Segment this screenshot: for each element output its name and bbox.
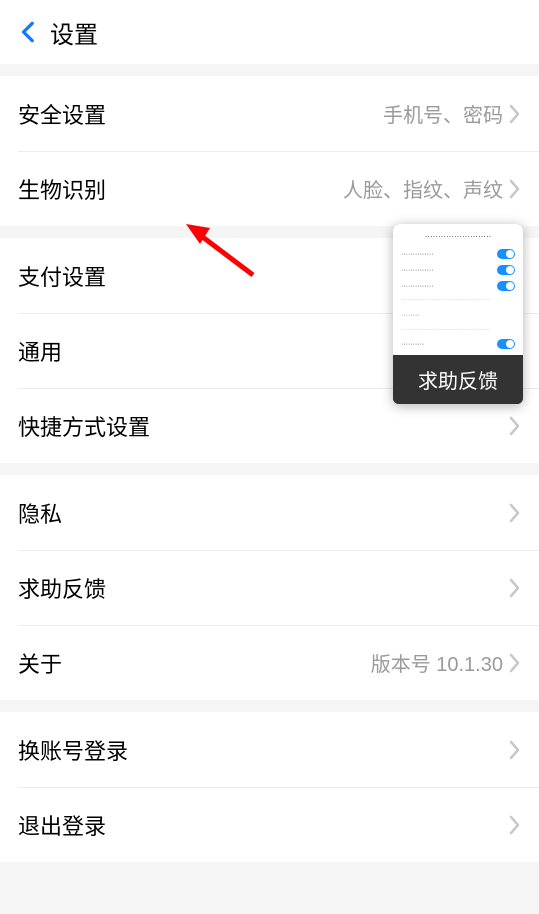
settings-group-account: 换账号登录 退出登录: [0, 712, 539, 862]
popup-preview-row: ··············: [401, 281, 515, 291]
row-label: 退出登录: [18, 809, 509, 841]
row-label: 关于: [18, 647, 371, 679]
popup-preview-row: ··········: [401, 339, 515, 349]
row-biometric[interactable]: 生物识别 人脸、指纹、声纹: [0, 151, 539, 226]
row-label: 换账号登录: [18, 734, 509, 766]
settings-group-security: 安全设置 手机号、密码 生物识别 人脸、指纹、声纹: [0, 76, 539, 226]
toggle-switch-icon: [497, 281, 515, 291]
chevron-right-icon: [509, 814, 521, 836]
row-about[interactable]: 关于 版本号 10.1.30: [0, 625, 539, 700]
chevron-right-icon: [509, 502, 521, 524]
chevron-right-icon: [509, 415, 521, 437]
popup-preview-section: ········: [401, 310, 515, 321]
row-logout[interactable]: 退出登录: [0, 787, 539, 862]
popup-preview-row: ··············: [401, 249, 515, 259]
header: 设置: [0, 0, 539, 64]
row-switch-account[interactable]: 换账号登录: [0, 712, 539, 787]
row-label: 生物识别: [18, 173, 343, 205]
popup-preview-desc: ········································…: [401, 327, 515, 334]
chevron-right-icon: [509, 178, 521, 200]
page-title: 设置: [50, 15, 98, 50]
row-security-settings[interactable]: 安全设置 手机号、密码: [0, 76, 539, 151]
popup-label: 求助反馈: [393, 355, 523, 404]
row-label: 求助反馈: [18, 572, 509, 604]
popup-preview-text: ··········: [401, 341, 424, 348]
row-help-feedback[interactable]: 求助反馈: [0, 550, 539, 625]
popup-preview-title: ·························: [401, 230, 515, 243]
chevron-right-icon: [509, 577, 521, 599]
back-icon[interactable]: [14, 17, 44, 47]
toggle-switch-icon: [497, 339, 515, 349]
popup-preview: ························· ··············…: [393, 224, 523, 355]
row-value: 版本号 10.1.30: [371, 648, 503, 677]
chevron-right-icon: [509, 103, 521, 125]
popup-preview-row: ··············: [401, 265, 515, 275]
row-value: 手机号、密码: [383, 99, 503, 128]
row-label: 快捷方式设置: [18, 410, 509, 442]
toggle-switch-icon: [497, 265, 515, 275]
popup-preview-desc: ········································…: [401, 297, 515, 304]
row-value: 人脸、指纹、声纹: [343, 174, 503, 203]
chevron-right-icon: [509, 652, 521, 674]
toggle-switch-icon: [497, 249, 515, 259]
popup-preview-text: ··············: [401, 267, 434, 274]
settings-group-privacy: 隐私 求助反馈 关于 版本号 10.1.30: [0, 475, 539, 700]
popup-preview-text: ··············: [401, 283, 434, 290]
popup-preview-text: ··············: [401, 251, 434, 258]
row-label: 隐私: [18, 497, 509, 529]
chevron-right-icon: [509, 739, 521, 761]
row-privacy[interactable]: 隐私: [0, 475, 539, 550]
row-label: 安全设置: [18, 98, 383, 130]
help-feedback-popup[interactable]: ························· ··············…: [393, 224, 523, 404]
